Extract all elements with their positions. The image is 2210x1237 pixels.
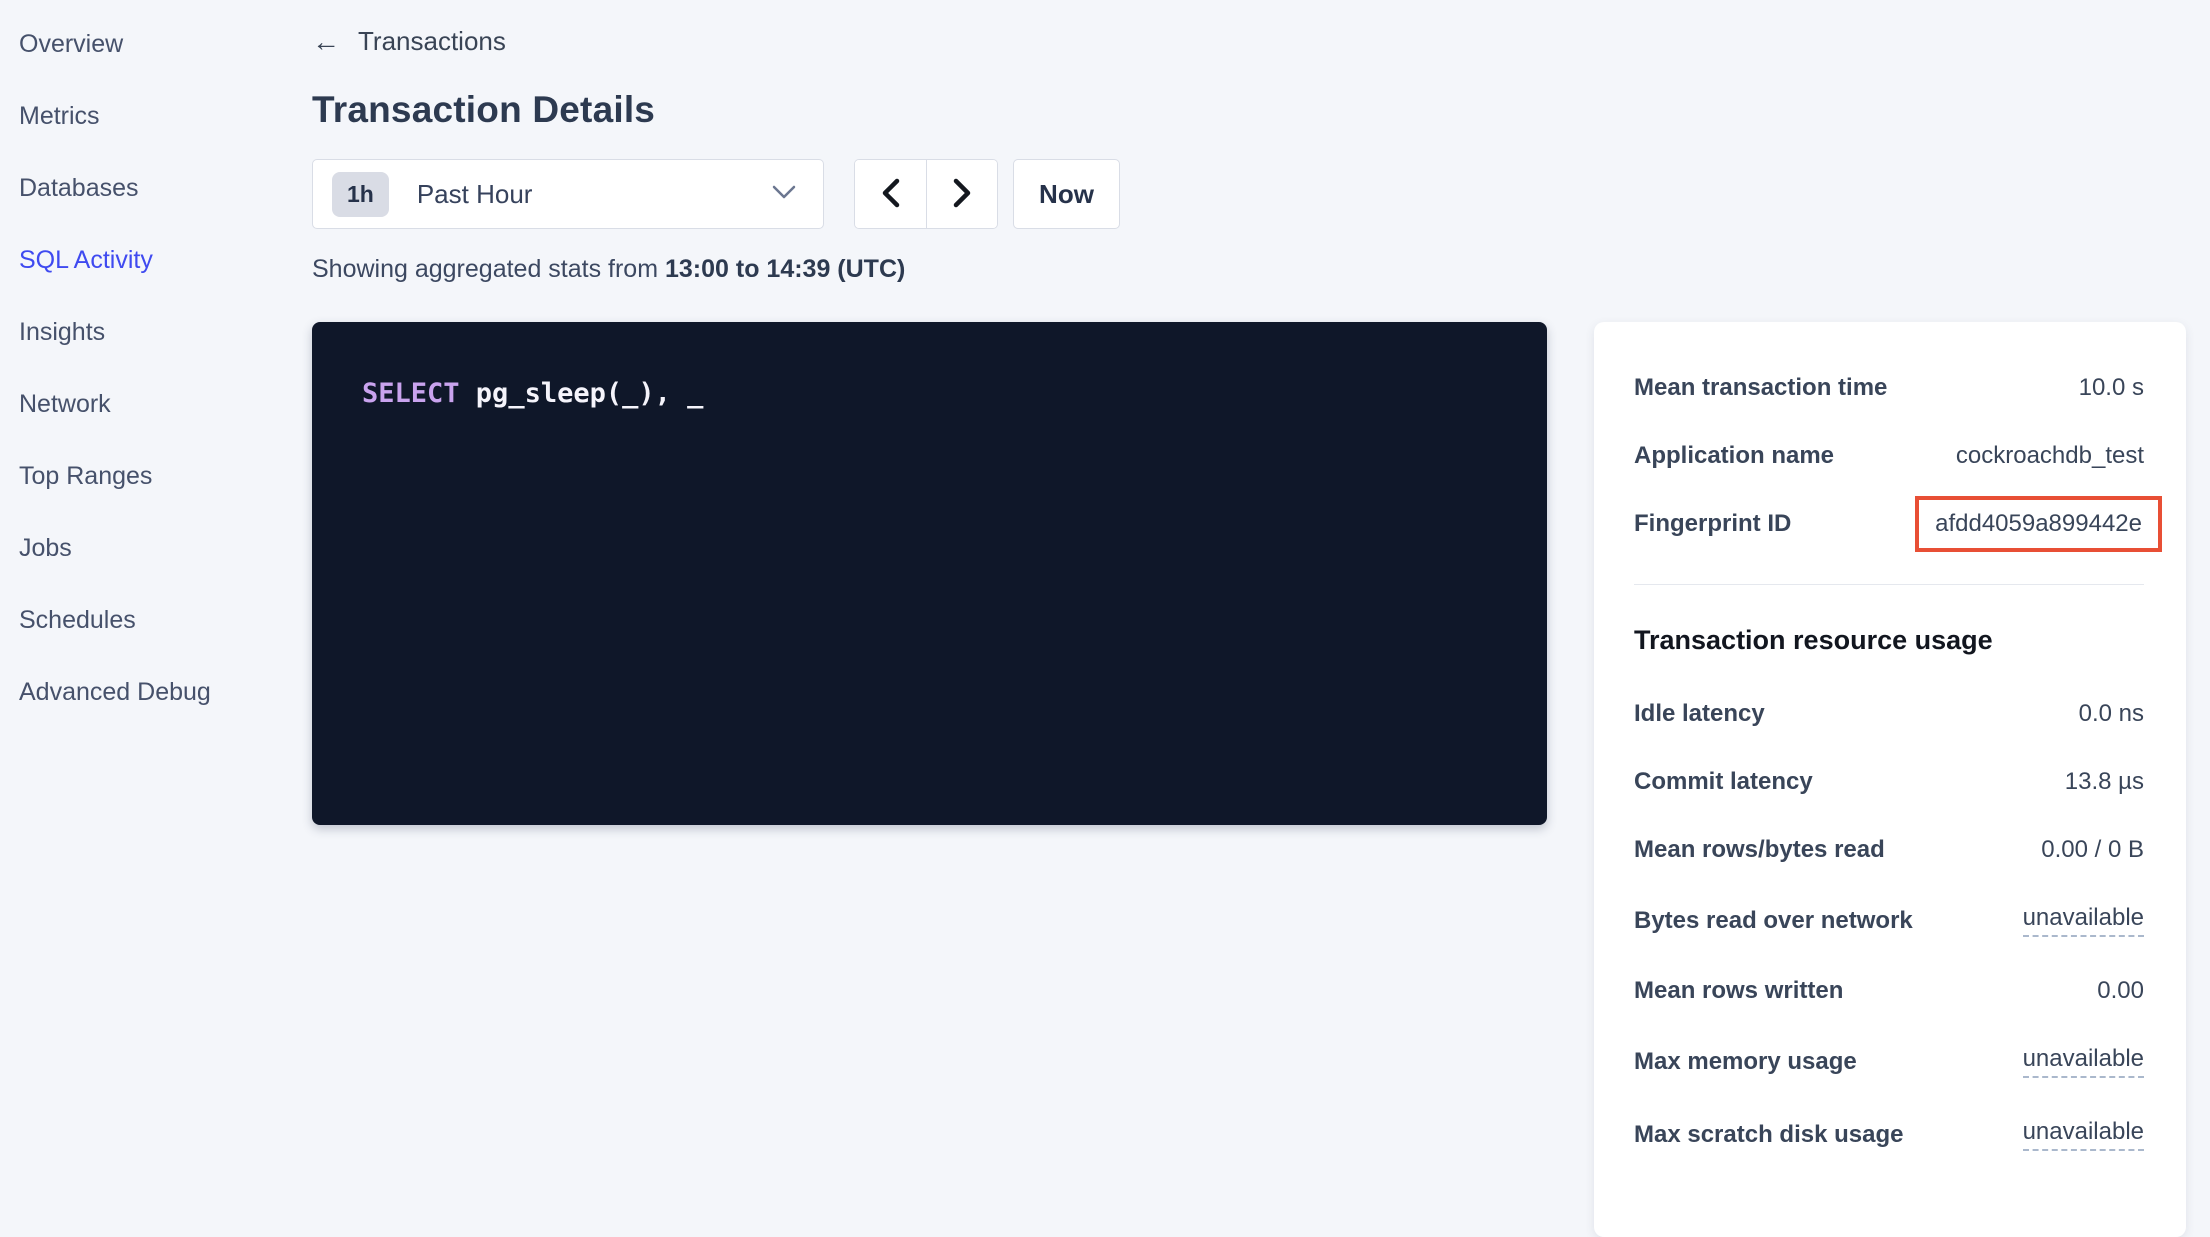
stat-row: Mean rows/bytes read 0.00 / 0 B: [1634, 836, 2144, 864]
stat-label: Bytes read over network: [1634, 907, 1913, 935]
stat-label: Commit latency: [1634, 768, 1813, 796]
prev-interval-button[interactable]: [855, 160, 926, 228]
sql-statement-box: SELECT pg_sleep(_), _: [312, 322, 1547, 825]
sidebar-item-label: Jobs: [19, 534, 72, 563]
time-range-dropdown[interactable]: 1h Past Hour: [312, 159, 824, 229]
sidebar-item-label: Overview: [19, 30, 123, 59]
stat-row: Fingerprint ID afdd4059a899442e: [1634, 510, 2144, 538]
stat-row: Mean rows written 0.00: [1634, 977, 2144, 1005]
aggregation-summary: Showing aggregated stats from 13:00 to 1…: [312, 255, 2210, 284]
resource-usage-heading: Transaction resource usage: [1634, 625, 2144, 656]
back-arrow-icon: ←: [312, 28, 340, 56]
stat-row: Commit latency 13.8 µs: [1634, 768, 2144, 796]
transaction-details-card: Mean transaction time 10.0 s Application…: [1594, 322, 2186, 1237]
time-controls: 1h Past Hour Now: [312, 159, 2210, 229]
sidebar-item-label: Databases: [19, 174, 139, 203]
card-divider: [1634, 584, 2144, 585]
stat-value: 0.00: [2097, 977, 2144, 1005]
breadcrumb-label: Transactions: [358, 26, 506, 57]
stat-value: afdd4059a899442e: [1915, 496, 2162, 552]
sql-keyword: SELECT: [362, 378, 460, 409]
sidebar-item-schedules[interactable]: Schedules: [0, 584, 305, 656]
sidebar-item-databases[interactable]: Databases: [0, 152, 305, 224]
sidebar-item-label: Network: [19, 390, 111, 419]
stat-value: 10.0 s: [2079, 374, 2144, 402]
page-title: Transaction Details: [312, 89, 2210, 131]
sidebar-item-label: Advanced Debug: [19, 678, 211, 707]
sidebar-item-label: Insights: [19, 318, 105, 347]
sidebar-item-top-ranges[interactable]: Top Ranges: [0, 440, 305, 512]
time-range-badge: 1h: [332, 172, 389, 217]
sidebar-item-advanced-debug[interactable]: Advanced Debug: [0, 656, 305, 728]
stat-value: unavailable: [2023, 1118, 2144, 1151]
sidebar-item-sql-activity[interactable]: SQL Activity: [0, 224, 305, 296]
stat-label: Mean rows/bytes read: [1634, 836, 1885, 864]
stat-row: Mean transaction time 10.0 s: [1634, 374, 2144, 402]
sidebar-item-metrics[interactable]: Metrics: [0, 80, 305, 152]
stat-value: unavailable: [2023, 904, 2144, 937]
stat-label: Idle latency: [1634, 700, 1765, 728]
time-pager: [854, 159, 998, 229]
content-row: SELECT pg_sleep(_), _ Mean transaction t…: [312, 322, 2210, 1237]
sidebar-nav: Overview Metrics Databases SQL Activity …: [0, 0, 305, 728]
sidebar-item-label: Top Ranges: [19, 462, 152, 491]
now-button[interactable]: Now: [1013, 159, 1120, 229]
chevron-left-icon: [880, 177, 902, 212]
sidebar-item-insights[interactable]: Insights: [0, 296, 305, 368]
stat-row: Max scratch disk usage unavailable: [1634, 1118, 2144, 1151]
transaction-summary-rows: Mean transaction time 10.0 s Application…: [1634, 374, 2144, 538]
stat-label: Fingerprint ID: [1634, 510, 1791, 538]
stat-row: Application name cockroachdb_test: [1634, 442, 2144, 470]
time-range-label: Past Hour: [417, 179, 533, 210]
stat-row: Idle latency 0.0 ns: [1634, 700, 2144, 728]
resource-usage-rows: Idle latency 0.0 ns Commit latency 13.8 …: [1634, 700, 2144, 1151]
sql-statement-text: pg_sleep(_), _: [460, 378, 704, 409]
aggregation-summary-prefix: Showing aggregated stats from: [312, 255, 665, 283]
stat-label: Application name: [1634, 442, 1834, 470]
stat-value: cockroachdb_test: [1956, 442, 2144, 470]
aggregation-summary-range: 13:00 to 14:39 (UTC): [665, 255, 905, 283]
chevron-right-icon: [951, 177, 973, 212]
next-interval-button[interactable]: [926, 160, 997, 228]
stat-value: 0.00 / 0 B: [2041, 836, 2144, 864]
main-content: ← Transactions Transaction Details 1h Pa…: [312, 0, 2210, 1237]
stat-label: Mean rows written: [1634, 977, 1843, 1005]
sidebar-item-label: Schedules: [19, 606, 136, 635]
stat-row: Bytes read over network unavailable: [1634, 904, 2144, 937]
sidebar-item-overview[interactable]: Overview: [0, 8, 305, 80]
chevron-down-icon: [771, 184, 797, 205]
sidebar-item-jobs[interactable]: Jobs: [0, 512, 305, 584]
breadcrumb-back-transactions[interactable]: ← Transactions: [312, 0, 506, 57]
stat-value: unavailable: [2023, 1045, 2144, 1078]
stat-row: Max memory usage unavailable: [1634, 1045, 2144, 1078]
sidebar-item-label: Metrics: [19, 102, 100, 131]
stat-label: Mean transaction time: [1634, 374, 1887, 402]
stat-label: Max scratch disk usage: [1634, 1121, 1903, 1149]
stat-label: Max memory usage: [1634, 1048, 1857, 1076]
sidebar-item-label: SQL Activity: [19, 246, 153, 275]
stat-value: 0.0 ns: [2079, 700, 2144, 728]
stat-value: 13.8 µs: [2065, 768, 2144, 796]
sidebar-item-network[interactable]: Network: [0, 368, 305, 440]
